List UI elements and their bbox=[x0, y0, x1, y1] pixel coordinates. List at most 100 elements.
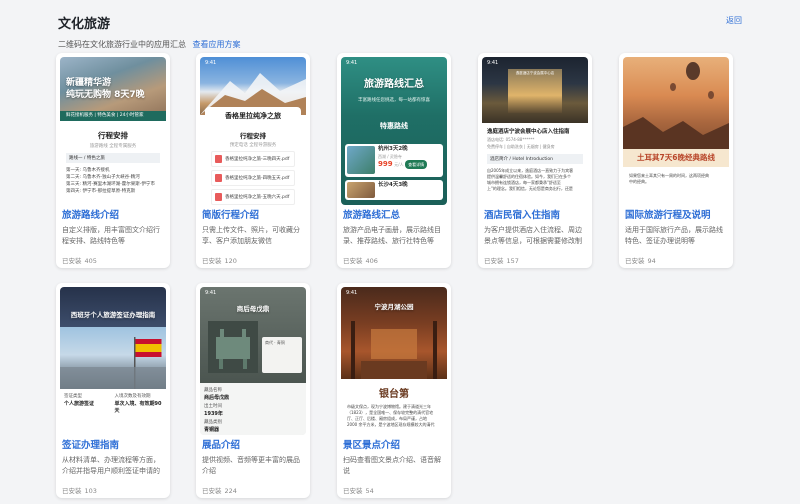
preview-status-time: 9:41 bbox=[346, 290, 358, 296]
card-info: 国际旅游行程及说明 适用于国际旅行产品，展示路线特色、签证办理说明等 已安装 94 bbox=[625, 209, 727, 265]
template-card-route-collection[interactable]: 9:41 旅游路线汇总 丰富路线任您挑选，每一站都有惊喜 特惠路线 杭州3天2晚… bbox=[337, 53, 451, 268]
preview-tag: 酒店简介 / Hotel Introduction bbox=[487, 154, 583, 164]
preview-hero-subtitle: 丰富路线任您挑选，每一站都有惊喜 bbox=[358, 98, 430, 103]
page-subtitle: 二维码在文化旅游行业中的应用汇总 bbox=[58, 40, 186, 49]
card-info: 签证办理指南 从材料清单、办理流程等方面，介绍并指导用户顺利签证申请的步... … bbox=[62, 439, 164, 495]
preview-status-time: 9:41 bbox=[205, 290, 217, 296]
back-link[interactable]: 返回 bbox=[726, 15, 742, 26]
card-title: 酒店民宿入住指南 bbox=[484, 210, 561, 221]
field-value: 商后母戊鼎 bbox=[204, 395, 230, 401]
preview-line: 第二天: 乌鲁木齐-独山子大峡谷-精河 bbox=[66, 175, 140, 180]
preview-meta: 酒店电话: 0574-88****** bbox=[487, 137, 535, 142]
file-name: 香格里拉纯净之旅-三晚四天.pdf bbox=[225, 157, 290, 162]
card-description: 旅游产品电子画册，展示路线目录、推荐路线、旅行社特色等 bbox=[343, 226, 441, 245]
card-install-count: 已安装 120 bbox=[202, 255, 304, 265]
pdf-icon bbox=[215, 155, 222, 163]
template-preview: 9:41 宁波月湖公园 银台第 市级文保点，现为宁波博物馆。建于清道光三年 （1… bbox=[341, 287, 447, 435]
card-install-count: 已安装 54 bbox=[343, 485, 445, 495]
card-install-count: 已安装 406 bbox=[343, 255, 445, 265]
file-name: 香格里拉纯净之旅-五晚六天.pdf bbox=[225, 195, 290, 200]
card-info: 简版行程介绍 只需上传文件、照片，可收藏分享、客户添加朋友微信 已安装 120 bbox=[202, 209, 304, 265]
preview-hero-banner: 西班牙个人旅游签证办理指南 bbox=[60, 287, 166, 327]
preview-field: 藏品类别 青铜器 bbox=[204, 419, 302, 433]
field-label: 入境次数及有效期 bbox=[114, 394, 151, 399]
preview-subheading: 旅游路线 全程专属服务 bbox=[89, 144, 137, 149]
install-label: 已安装 bbox=[62, 487, 82, 495]
card-description: 从材料清单、办理流程等方面，介绍并指导用户顺利签证申请的步... bbox=[62, 456, 160, 475]
preview-hero-line2: 纯玩无购物 8天7晚 bbox=[66, 90, 145, 100]
template-preview: 9:41 旅游路线汇总 丰富路线任您挑选，每一站都有惊喜 特惠路线 杭州3天2晚… bbox=[341, 57, 447, 205]
bronze-vessel-illustration bbox=[208, 321, 258, 373]
card-info: 景区景点介绍 扫码查看图文景点介绍、语音解说 已安装 54 bbox=[343, 439, 445, 495]
install-value: 103 bbox=[84, 487, 97, 495]
install-value: 406 bbox=[365, 257, 378, 265]
install-value: 405 bbox=[84, 257, 97, 265]
preview-line: 中的经典。 bbox=[629, 179, 649, 184]
preview-subheading: 预定电话 全程导游服务 bbox=[229, 143, 277, 148]
install-label: 已安装 bbox=[625, 257, 645, 265]
card-title: 旅游路线汇总 bbox=[343, 210, 401, 221]
preview-status-time: 9:41 bbox=[346, 60, 358, 66]
card-title: 景区景点介绍 bbox=[343, 440, 401, 451]
preview-hero-title: 香格里拉纯净之旅 bbox=[225, 112, 281, 120]
install-label: 已安装 bbox=[202, 487, 222, 495]
preview-heading: 行程安排 bbox=[240, 132, 266, 140]
template-preview: 土耳其7天6晚经典路线 如果您来土耳其只有一周的时间，这两项经典 中的经典。 bbox=[623, 57, 729, 205]
template-card-hotel-checkin-guide[interactable]: 9:41 逸庭酒店宁波会展中心店 逸庭酒店宁波会展中心店入住指南 酒店电话: 0… bbox=[478, 53, 592, 268]
page-header: 文化旅游 二维码在文化旅游行业中的应用汇总 查看应用方案 返回 bbox=[58, 13, 742, 53]
deal-text: 杭州3天2晚 西湖 / 灵隐寺 999 元/人 查看详情 bbox=[378, 146, 428, 175]
field-value: 1939年 bbox=[204, 411, 223, 417]
preview-hero-image: 9:41 宁波月湖公园 bbox=[341, 287, 447, 379]
template-card-visa-guide[interactable]: 西班牙个人旅游签证办理指南 签证类型 个人旅游签证 入境次数及有效期 单次入境、有效… bbox=[56, 283, 170, 498]
template-card-exhibit-intro[interactable]: 9:41 商后母戊鼎 商代 · 青铜 藏品名称 商后母戊鼎 出土时间 1939年 藏… bbox=[196, 283, 310, 498]
card-description: 只需上传文件、照片，可收藏分享、客户添加朋友微信 bbox=[202, 226, 300, 245]
preview-meta: 免费停车 | 自助洗衣 | 无烟房 | 健身房 bbox=[487, 144, 555, 149]
card-description: 适用于国际旅行产品，展示路线特色、签证办理说明等 bbox=[625, 226, 723, 245]
template-card-travel-route-intro[interactable]: 新疆精华游 纯玩无购物 8天7晚 鲜花接机服务 | 特色美食 | 24小时管家 … bbox=[56, 53, 170, 268]
preview-file-row: 香格里拉纯净之旅-三晚四天.pdf bbox=[211, 151, 295, 167]
deal-subtitle: 西湖 / 灵隐寺 bbox=[378, 154, 402, 159]
preview-hero-title: 旅游路线汇总 bbox=[364, 79, 424, 90]
template-card-simple-itinerary[interactable]: 9:41 香格里拉纯净之旅 行程安排 预定电话 全程导游服务 香格里拉纯净之旅-… bbox=[196, 53, 310, 268]
card-install-count: 已安装 157 bbox=[484, 255, 586, 265]
template-preview: 9:41 逸庭酒店宁波会展中心店 逸庭酒店宁波会展中心店入住指南 酒店电话: 0… bbox=[482, 57, 588, 205]
preview-place-name: 银台第 bbox=[379, 389, 409, 400]
install-value: 94 bbox=[647, 257, 656, 265]
card-install-count: 已安装 103 bbox=[62, 485, 164, 495]
preview-line: 第三天: 精河-赛里木湖环湖-霍尔果斯-伊宁市 bbox=[66, 182, 155, 187]
field-label: 藏品名称 bbox=[204, 388, 222, 393]
template-card-intl-itinerary[interactable]: 土耳其7天6晚经典路线 如果您来土耳其只有一周的时间，这两项经典 中的经典。 国… bbox=[619, 53, 733, 268]
card-title: 旅游路线介绍 bbox=[62, 210, 120, 221]
preview-banner: 土耳其7天6晚经典路线 bbox=[623, 149, 729, 167]
install-value: 54 bbox=[365, 487, 374, 495]
preview-hero-title: 西班牙个人旅游签证办理指南 bbox=[70, 311, 156, 319]
preview-line: 上"的理念。我们相信，无论您是商务出行，还是 bbox=[487, 186, 573, 191]
template-preview: 西班牙个人旅游签证办理指南 签证类型 个人旅游签证 入境次数及有效期 单次入境、有效… bbox=[60, 287, 166, 435]
preview-city-image bbox=[60, 327, 166, 389]
field-value: 个人旅游签证 bbox=[64, 401, 95, 407]
preview-field: 出土时间 1939年 bbox=[204, 403, 302, 417]
view-solution-link[interactable]: 查看应用方案 bbox=[193, 40, 241, 49]
preview-field: 入境次数及有效期单次入境、有效期90天 bbox=[115, 393, 163, 414]
install-label: 已安装 bbox=[343, 487, 363, 495]
preview-line: 第四天: 伊宁市-那拉提草原-特克斯 bbox=[66, 189, 136, 194]
preview-deal-item: 长沙4天3晚 bbox=[345, 180, 443, 200]
hotel-sign: 逸庭酒店宁波会展中心店 bbox=[515, 71, 555, 75]
deal-unit: 元/人 bbox=[394, 162, 404, 167]
field-label: 藏品类别 bbox=[204, 420, 222, 425]
card-info: 旅游路线汇总 旅游产品电子画册，展示路线目录、推荐路线、旅行社特色等 已安装 40… bbox=[343, 209, 445, 265]
card-description: 为客户提供酒店入住流程、周边景点等信息，可根据需要修改制作 bbox=[484, 226, 582, 245]
preview-line: 第一天: 乌鲁木齐接机 bbox=[66, 168, 110, 173]
preview-tag: 路线一 / 特色之旅 bbox=[66, 153, 160, 163]
preview-body: 逸庭酒店宁波会展中心店入住指南 酒店电话: 0574-88****** 免费停车… bbox=[482, 123, 588, 150]
install-value: 224 bbox=[224, 487, 237, 495]
card-description: 自定义排版，用丰富图文介绍行程安排、路线特色等 bbox=[62, 226, 160, 245]
preview-deal-list: 杭州3天2晚 西湖 / 灵隐寺 999 元/人 查看详情 长沙4天3晚 bbox=[341, 141, 447, 203]
card-info: 酒店民宿入住指南 为客户提供酒店入住流程、周边景点等信息，可根据需要修改制作 已… bbox=[484, 209, 586, 265]
field-value: 单次入境、有效期90天 bbox=[114, 401, 162, 414]
field-value: 青铜器 bbox=[204, 427, 220, 433]
install-label: 已安装 bbox=[202, 257, 222, 265]
template-card-scenic-spot-intro[interactable]: 9:41 宁波月湖公园 银台第 市级文保点，现为宁波博物馆。建于清道光三年 （1… bbox=[337, 283, 451, 498]
install-label: 已安装 bbox=[62, 257, 82, 265]
card-title: 签证办理指南 bbox=[62, 440, 120, 451]
